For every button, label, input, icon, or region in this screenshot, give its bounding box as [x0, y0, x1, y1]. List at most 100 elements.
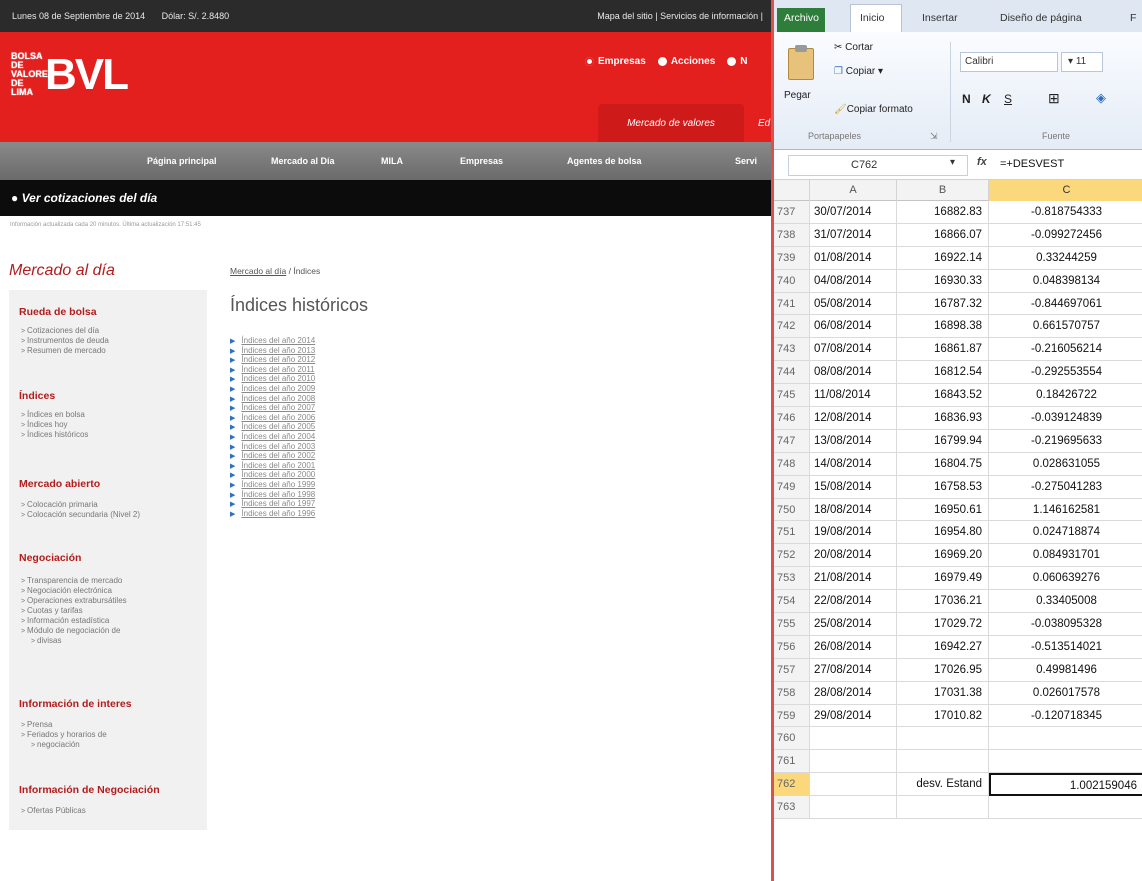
- format-painter-button[interactable]: 🖌Copiar formato: [834, 104, 913, 115]
- cell-date[interactable]: 31/07/2014: [810, 223, 897, 247]
- section-title[interactable]: Rueda de bolsa: [9, 306, 109, 318]
- top-links[interactable]: Mapa del sitio | Servicios de informació…: [597, 11, 763, 21]
- cell-value[interactable]: 16922.14: [897, 246, 989, 270]
- cell-return[interactable]: 0.060639276: [989, 567, 1142, 591]
- cell-value[interactable]: 16799.94: [897, 429, 989, 453]
- cell-return[interactable]: -0.844697061: [989, 293, 1142, 316]
- year-link-item[interactable]: ▶ Índices del año 2010: [230, 374, 315, 384]
- row-header[interactable]: 742: [774, 315, 810, 339]
- row-header[interactable]: 748: [774, 452, 810, 476]
- cell-value[interactable]: 17026.95: [897, 658, 989, 682]
- cell-value[interactable]: 16969.20: [897, 544, 989, 568]
- cell-value[interactable]: 16950.61: [897, 498, 989, 522]
- function-icon[interactable]: fx: [977, 156, 987, 168]
- row-header[interactable]: 763: [774, 796, 810, 820]
- tab-inicio[interactable]: Inicio: [850, 4, 902, 32]
- paste-button[interactable]: Pegar: [784, 90, 811, 101]
- cell-return[interactable]: -0.038095328: [989, 613, 1142, 636]
- sidebar-item[interactable]: Transparencia de mercado: [9, 576, 127, 586]
- column-header-b[interactable]: B: [897, 180, 989, 201]
- row-header[interactable]: 740: [774, 269, 810, 293]
- cell-date[interactable]: 25/08/2014: [810, 613, 897, 636]
- year-link-item[interactable]: ▶ Índices del año 2000: [230, 470, 315, 480]
- section-title[interactable]: Mercado abierto: [9, 478, 140, 490]
- year-link[interactable]: Índices del año 2012: [241, 355, 315, 364]
- cell-date[interactable]: [810, 796, 897, 820]
- nav-pagina-principal[interactable]: Página principal: [147, 156, 217, 166]
- cell-return[interactable]: 0.048398134: [989, 270, 1142, 293]
- year-link[interactable]: Índices del año 2002: [241, 451, 315, 460]
- cell-date[interactable]: 04/08/2014: [810, 269, 897, 293]
- cell-date[interactable]: 19/08/2014: [810, 521, 897, 545]
- cell-return[interactable]: 1.146162581: [989, 499, 1142, 522]
- cell-return[interactable]: 0.024718874: [989, 521, 1142, 545]
- year-link[interactable]: Índices del año 2014: [241, 336, 315, 345]
- italic-button[interactable]: K: [982, 92, 991, 106]
- cell-date[interactable]: 11/08/2014: [810, 384, 897, 408]
- nav-empresas[interactable]: Empresas: [460, 156, 503, 166]
- row-header[interactable]: 758: [774, 681, 810, 705]
- cell-date[interactable]: [810, 773, 897, 797]
- cell-value[interactable]: 16942.27: [897, 635, 989, 659]
- formula-input[interactable]: =+DESVEST: [1000, 158, 1064, 170]
- dialog-launcher-icon[interactable]: ⇲: [930, 131, 938, 142]
- cell-date[interactable]: 20/08/2014: [810, 544, 897, 568]
- tab-archivo[interactable]: Archivo: [777, 8, 825, 32]
- cell-return[interactable]: 0.33405008: [989, 590, 1142, 614]
- row-header[interactable]: 755: [774, 613, 810, 636]
- cell-return[interactable]: 0.028631055: [989, 453, 1142, 476]
- cell-value[interactable]: [897, 796, 989, 820]
- tab-formulas[interactable]: F: [1130, 12, 1136, 24]
- year-link-item[interactable]: ▶ Índices del año 1997: [230, 499, 315, 509]
- cell-return[interactable]: -0.818754333: [989, 201, 1142, 224]
- cell-date[interactable]: 26/08/2014: [810, 635, 897, 659]
- cell-value[interactable]: 16804.75: [897, 452, 989, 476]
- row-header[interactable]: 739: [774, 246, 810, 270]
- font-name-select[interactable]: Calibri: [960, 52, 1058, 72]
- row-header[interactable]: 751: [774, 521, 810, 545]
- name-box-dropdown-icon[interactable]: ▾: [950, 157, 955, 168]
- radio-n[interactable]: N: [727, 56, 748, 67]
- year-link-item[interactable]: ▶ Índices del año 2007: [230, 403, 315, 413]
- cell-value[interactable]: 16930.33: [897, 269, 989, 293]
- cell-return[interactable]: -0.039124839: [989, 407, 1142, 430]
- year-link[interactable]: Índices del año 2004: [241, 432, 315, 441]
- year-link-item[interactable]: ▶ Índices del año 2004: [230, 432, 315, 442]
- cell-value[interactable]: 16954.80: [897, 521, 989, 545]
- year-link-item[interactable]: ▶ Índices del año 2011: [230, 365, 315, 375]
- cell-value[interactable]: 17031.38: [897, 681, 989, 705]
- year-link[interactable]: Índices del año 1996: [241, 509, 315, 518]
- bold-button[interactable]: N: [962, 92, 971, 106]
- cell-date[interactable]: 05/08/2014: [810, 292, 897, 316]
- row-header[interactable]: 756: [774, 635, 810, 659]
- cell-value[interactable]: 16787.32: [897, 292, 989, 316]
- cell-date[interactable]: 29/08/2014: [810, 704, 897, 728]
- row-header[interactable]: 762: [774, 773, 810, 797]
- sidebar-item-continued[interactable]: negociación: [9, 740, 132, 750]
- year-link-item[interactable]: ▶ Índices del año 1996: [230, 509, 315, 519]
- year-link-item[interactable]: ▶ Índices del año 2012: [230, 355, 315, 365]
- year-link[interactable]: Índices del año 1997: [241, 499, 315, 508]
- cell-value[interactable]: 17010.82: [897, 704, 989, 728]
- cell-value[interactable]: 16882.83: [897, 201, 989, 224]
- cell-return[interactable]: 0.084931701: [989, 544, 1142, 568]
- cell-date[interactable]: 30/07/2014: [810, 201, 897, 224]
- cell-value[interactable]: [897, 727, 989, 751]
- cell-return[interactable]: -0.120718345: [989, 705, 1142, 728]
- cell-date[interactable]: 01/08/2014: [810, 246, 897, 270]
- row-header[interactable]: 752: [774, 544, 810, 568]
- row-header[interactable]: 743: [774, 338, 810, 362]
- clipboard-icon[interactable]: [788, 45, 814, 80]
- tab-diseno-de-pagina[interactable]: Diseño de página: [1000, 12, 1082, 24]
- cut-button[interactable]: ✂ Cortar: [834, 42, 873, 53]
- tab-mercado-de-valores[interactable]: Mercado de valores: [598, 104, 744, 142]
- font-size-select[interactable]: ▾ 11: [1061, 52, 1103, 72]
- cell-date[interactable]: 21/08/2014: [810, 567, 897, 591]
- cell-value[interactable]: 16843.52: [897, 384, 989, 408]
- year-link-item[interactable]: ▶ Índices del año 2013: [230, 346, 315, 356]
- row-header[interactable]: 753: [774, 567, 810, 591]
- cell-date[interactable]: 14/08/2014: [810, 452, 897, 476]
- sidebar-item[interactable]: Ofertas Públicas: [9, 806, 160, 816]
- bvl-logo[interactable]: BOLSA DE VALORES DE LIMA BVL: [11, 52, 129, 97]
- section-title[interactable]: Información de Negociación: [9, 784, 160, 796]
